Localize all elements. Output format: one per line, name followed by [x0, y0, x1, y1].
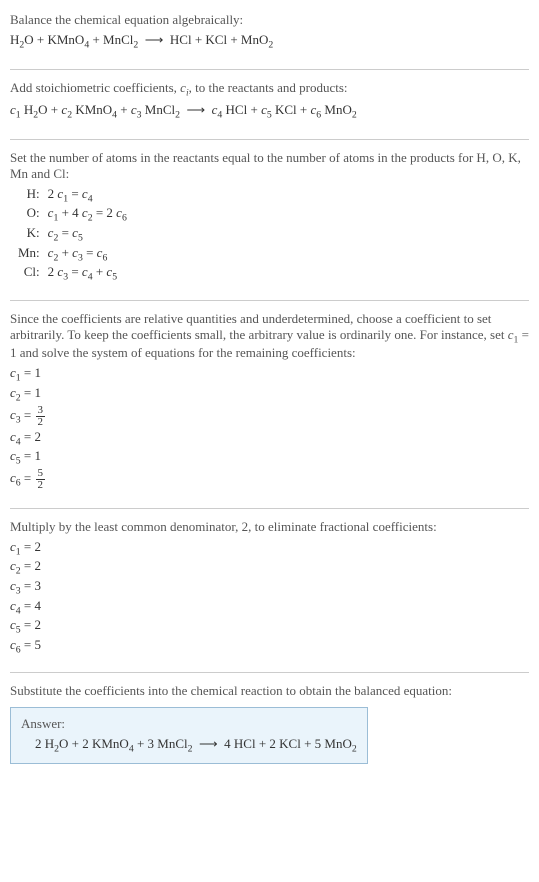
atom-label: H:: [14, 186, 44, 206]
list-item: c3 = 3: [10, 578, 529, 597]
list-item: c1 = 2: [10, 539, 529, 558]
atom-label: K:: [14, 225, 44, 245]
instruction-text: Substitute the coefficients into the che…: [10, 683, 529, 699]
step-multiply-lcd: Multiply by the least common denominator…: [10, 515, 529, 667]
atom-equation: 2 c3 = c4 + c5: [44, 264, 131, 284]
list-item: c5 = 2: [10, 617, 529, 636]
table-row: O: c1 + 4 c2 = 2 c6: [14, 205, 131, 225]
atom-equation: c2 = c5: [44, 225, 131, 245]
divider: [10, 508, 529, 509]
list-item: c4 = 2: [10, 429, 529, 448]
table-row: K: c2 = c5: [14, 225, 131, 245]
step-substitute: Substitute the coefficients into the che…: [10, 679, 529, 774]
divider: [10, 139, 529, 140]
list-item: c1 = 1: [10, 365, 529, 384]
divider: [10, 69, 529, 70]
step-atom-balance: Set the number of atoms in the reactants…: [10, 146, 529, 294]
list-item: c3 = 32: [10, 405, 529, 428]
step-solve-coefficients: Since the coefficients are relative quan…: [10, 307, 529, 502]
atom-equation: 2 c1 = c4: [44, 186, 131, 206]
instruction-text: Add stoichiometric coefficients, ci, to …: [10, 80, 529, 99]
list-item: c2 = 1: [10, 385, 529, 404]
table-row: Mn: c2 + c3 = c6: [14, 245, 131, 265]
coefficient-equation: c1 H2O + c2 KMnO4 + c3 MnCl2 ⟶ c4 HCl + …: [10, 102, 529, 121]
atom-balance-table: H: 2 c1 = c4 O: c1 + 4 c2 = 2 c6 K: c2 =…: [14, 186, 131, 284]
balanced-equation: 2 H2O + 2 KMnO4 + 3 MnCl2 ⟶ 4 HCl + 2 KC…: [21, 736, 357, 755]
list-item: c6 = 5: [10, 637, 529, 656]
instruction-text: Since the coefficients are relative quan…: [10, 311, 529, 362]
step-add-coefficients: Add stoichiometric coefficients, ci, to …: [10, 76, 529, 133]
step-balance-intro: Balance the chemical equation algebraica…: [10, 8, 529, 63]
list-item: c2 = 2: [10, 558, 529, 577]
answer-box: Answer: 2 H2O + 2 KMnO4 + 3 MnCl2 ⟶ 4 HC…: [10, 707, 368, 764]
coefficient-list: c1 = 2 c2 = 2 c3 = 3 c4 = 4 c5 = 2 c6 = …: [10, 539, 529, 656]
atom-equation: c1 + 4 c2 = 2 c6: [44, 205, 131, 225]
list-item: c4 = 4: [10, 598, 529, 617]
instruction-text: Multiply by the least common denominator…: [10, 519, 529, 535]
table-row: H: 2 c1 = c4: [14, 186, 131, 206]
list-item: c5 = 1: [10, 448, 529, 467]
instruction-text: Set the number of atoms in the reactants…: [10, 150, 529, 182]
atom-label: O:: [14, 205, 44, 225]
answer-label: Answer:: [21, 716, 357, 732]
atom-label: Cl:: [14, 264, 44, 284]
instruction-text: Balance the chemical equation algebraica…: [10, 12, 529, 28]
atom-equation: c2 + c3 = c6: [44, 245, 131, 265]
divider: [10, 672, 529, 673]
coefficient-list: c1 = 1 c2 = 1 c3 = 32 c4 = 2 c5 = 1 c6 =…: [10, 365, 529, 490]
list-item: c6 = 52: [10, 468, 529, 491]
divider: [10, 300, 529, 301]
unbalanced-equation: H2O + KMnO4 + MnCl2 ⟶ HCl + KCl + MnO2: [10, 32, 529, 51]
table-row: Cl: 2 c3 = c4 + c5: [14, 264, 131, 284]
atom-label: Mn:: [14, 245, 44, 265]
